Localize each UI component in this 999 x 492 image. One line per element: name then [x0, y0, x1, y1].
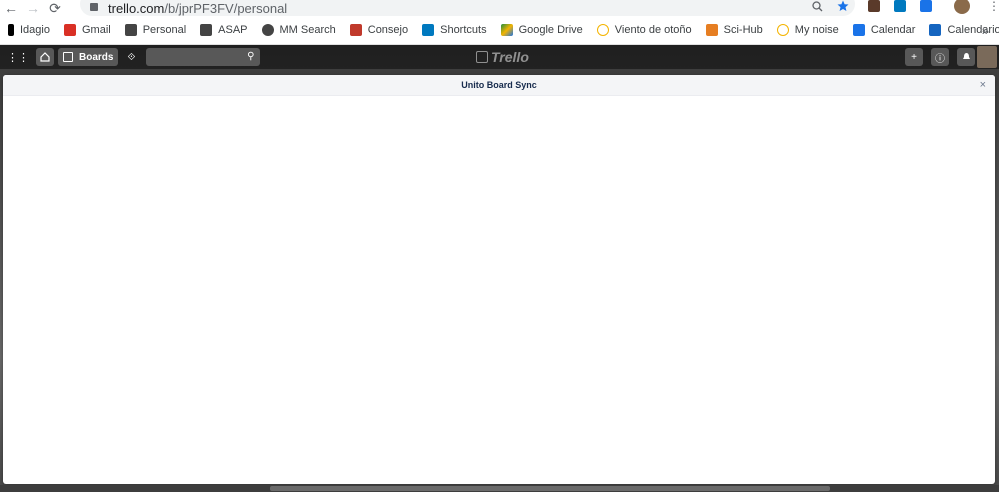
- scrollbar-thumb[interactable]: [270, 486, 830, 491]
- board-search-input[interactable]: ⚲: [146, 48, 261, 66]
- modal-header: Unito Board Sync ×: [3, 75, 995, 96]
- bookmark-gmail[interactable]: Gmail: [63, 24, 111, 36]
- home-button[interactable]: [36, 48, 54, 66]
- radio-icon: [596, 24, 609, 36]
- bookmark-calendar[interactable]: Calendar: [852, 24, 915, 36]
- calendar-icon: [929, 24, 942, 36]
- jump-icon[interactable]: ⟐: [122, 48, 140, 66]
- trello-icon: [422, 24, 435, 36]
- url-text: trello.com/b/jprPF3FV/personal: [108, 0, 288, 16]
- info-button[interactable]: ⓘ: [931, 48, 949, 66]
- bookmark-my-noise[interactable]: My noise: [776, 24, 839, 36]
- user-avatar[interactable]: [977, 46, 997, 68]
- bell-icon: [962, 53, 970, 59]
- radio-icon: [776, 24, 789, 36]
- more-bookmarks-button[interactable]: »: [982, 23, 989, 38]
- sci-hub-icon: [705, 24, 718, 36]
- bookmark-asap[interactable]: ASAP: [200, 24, 248, 36]
- notifications-button[interactable]: [957, 48, 975, 66]
- boards-button[interactable]: Boards: [58, 48, 119, 66]
- bookmark-google-drive[interactable]: Google Drive: [500, 24, 583, 36]
- gmail-icon: [63, 24, 76, 36]
- bookmark-idagio[interactable]: Idagio: [8, 24, 50, 36]
- modal-title: Unito Board Sync: [461, 80, 537, 90]
- lock-icon: [90, 3, 98, 11]
- profile-avatar[interactable]: [954, 0, 970, 14]
- trello-logo[interactable]: Trello: [476, 49, 529, 65]
- search-icon: ⚲: [247, 51, 255, 62]
- trello-extension-icon[interactable]: [894, 0, 906, 12]
- bookmark-star-icon[interactable]: [837, 0, 849, 12]
- back-button[interactable]: ←: [0, 0, 22, 16]
- browser-toolbar: ← → ⟳ trello.com/b/jprPF3FV/personal ⋮: [0, 0, 999, 16]
- calendar-icon: [852, 24, 865, 36]
- consejo-icon: [349, 24, 362, 36]
- bookmark-shortcuts[interactable]: Shortcuts: [422, 24, 487, 36]
- home-icon: [40, 52, 50, 62]
- close-icon[interactable]: ×: [980, 79, 986, 91]
- extension-icon[interactable]: [868, 0, 880, 12]
- trello-logo-icon: [476, 51, 488, 63]
- address-bar[interactable]: trello.com/b/jprPF3FV/personal: [80, 0, 855, 16]
- reload-button[interactable]: ⟳: [44, 0, 66, 16]
- menu-icon[interactable]: ⋮: [988, 0, 999, 13]
- apps-grid-icon[interactable]: ⋮⋮: [4, 48, 32, 66]
- drive-icon: [500, 24, 513, 36]
- bookmark-mm-search[interactable]: MM Search: [261, 24, 336, 36]
- bookmark-viento[interactable]: Viento de otoño: [596, 24, 692, 36]
- idagio-icon: [8, 24, 14, 36]
- create-button[interactable]: +: [905, 48, 923, 66]
- zoom-icon[interactable]: [812, 0, 823, 12]
- forward-button[interactable]: →: [22, 0, 44, 16]
- board-icon: [63, 52, 73, 62]
- trello-board-icon: [124, 24, 137, 36]
- modal-body: [3, 96, 995, 484]
- bookmark-consejo[interactable]: Consejo: [349, 24, 408, 36]
- plus-extension-icon[interactable]: [920, 0, 932, 12]
- bookmarks-bar: Idagio Gmail Personal ASAP MM Search Con…: [0, 16, 999, 45]
- globe-icon: [261, 24, 274, 36]
- bookmark-sci-hub[interactable]: Sci-Hub: [705, 24, 763, 36]
- bookmark-personal[interactable]: Personal: [124, 24, 186, 36]
- unito-sync-modal: Unito Board Sync ×: [3, 75, 995, 484]
- trello-board-icon: [200, 24, 213, 36]
